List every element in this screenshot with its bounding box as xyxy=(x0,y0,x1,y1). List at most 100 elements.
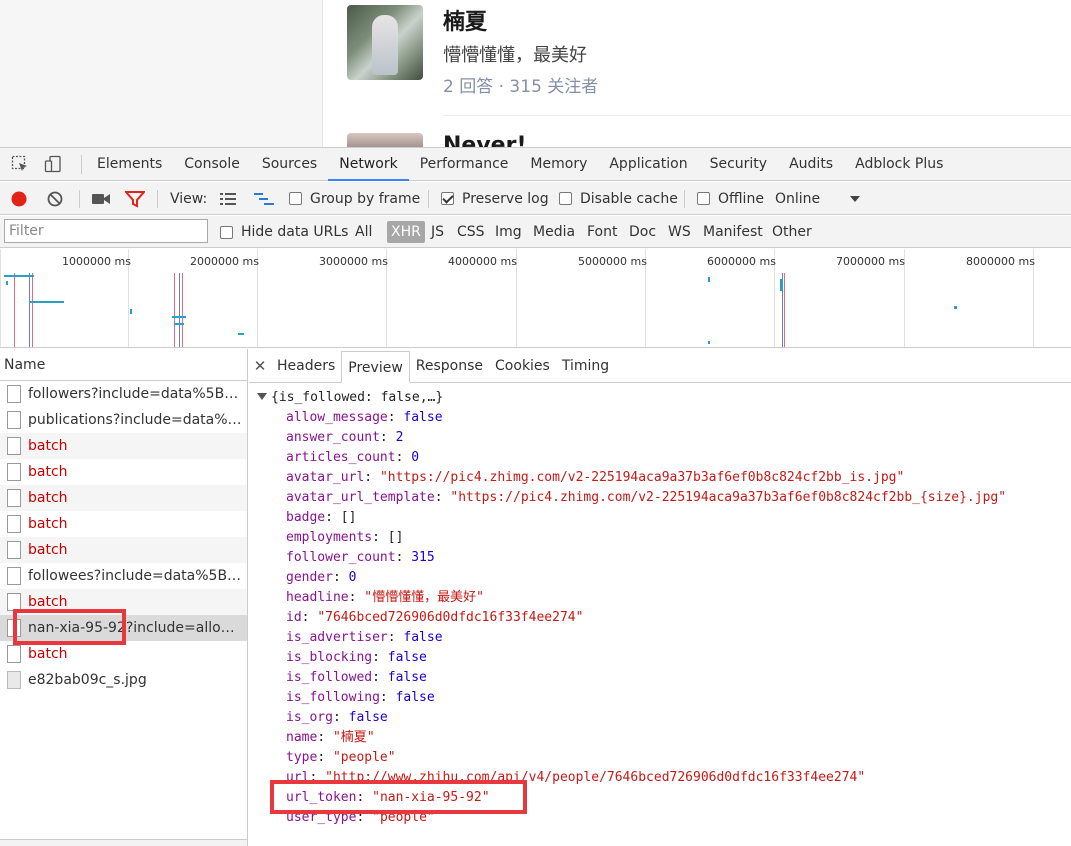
filter-type-doc[interactable]: Doc xyxy=(629,216,656,248)
throttling-select[interactable]: Online xyxy=(775,182,820,215)
request-row[interactable]: e82bab09c_s.jpg xyxy=(0,667,247,693)
tab-elements[interactable]: Elements xyxy=(86,148,173,181)
json-key: is_org xyxy=(286,710,333,725)
tab-network[interactable]: Network xyxy=(328,148,409,181)
json-key: is_following xyxy=(286,690,380,705)
dom-content-loaded-marker xyxy=(29,273,30,347)
tab-memory[interactable]: Memory xyxy=(519,148,598,181)
request-row[interactable]: batch xyxy=(0,511,247,537)
json-key: avatar_url xyxy=(286,470,365,485)
json-field-name: name: 楠夏 xyxy=(257,728,1071,748)
request-row[interactable]: batch xyxy=(0,641,247,667)
request-row[interactable]: batch xyxy=(0,459,247,485)
document-icon xyxy=(7,411,21,429)
json-key: is_followed xyxy=(286,670,373,685)
filter-input[interactable] xyxy=(4,219,208,243)
request-row[interactable]: followers?include=data%5B*%5D.answer_cou… xyxy=(0,381,247,407)
filter-type-js[interactable]: JS xyxy=(431,216,444,248)
json-value: false xyxy=(395,690,435,705)
tab-application[interactable]: Application xyxy=(598,148,698,181)
checkbox-icon xyxy=(220,225,233,239)
filter-type-img[interactable]: Img xyxy=(495,216,522,248)
profile-name[interactable]: 楠夏 xyxy=(443,4,487,36)
json-value: http://www.zhihu.com/api/v4/people/7646b… xyxy=(325,770,865,785)
profile-name[interactable]: Never! xyxy=(443,133,526,147)
request-row[interactable]: followees?include=data%5B*%5D xyxy=(0,563,247,589)
load-event-marker xyxy=(32,273,33,347)
offline-checkbox[interactable]: Offline xyxy=(697,182,764,215)
group-by-frame-label: Group by frame xyxy=(310,190,421,207)
clear-button[interactable] xyxy=(46,182,64,215)
json-value: people xyxy=(372,810,435,825)
request-row[interactable]: batch xyxy=(0,537,247,563)
throttling-value: Online xyxy=(775,190,821,207)
tab-headers[interactable]: Headers xyxy=(271,350,341,382)
request-row[interactable]: publications?include=data%5B*%5D xyxy=(0,407,247,433)
tab-sources[interactable]: Sources xyxy=(251,148,328,181)
filter-type-css[interactable]: CSS xyxy=(457,216,485,248)
tab-response[interactable]: Response xyxy=(410,350,489,382)
tab-console[interactable]: Console xyxy=(173,148,251,181)
filter-icon xyxy=(125,190,145,208)
tab-audits[interactable]: Audits xyxy=(778,148,844,181)
filter-type-other[interactable]: Other xyxy=(772,216,812,248)
avatar[interactable] xyxy=(347,133,423,147)
json-value: false xyxy=(403,410,443,425)
preserve-log-checkbox[interactable]: Preserve log xyxy=(441,182,549,215)
group-by-frame-checkbox[interactable]: Group by frame xyxy=(289,182,420,215)
video-camera-icon xyxy=(92,193,110,204)
tab-preview[interactable]: Preview xyxy=(341,351,410,383)
filter-type-ws[interactable]: WS xyxy=(668,216,691,248)
filter-type-media[interactable]: Media xyxy=(533,216,575,248)
request-bar xyxy=(238,333,244,335)
document-icon xyxy=(7,385,21,403)
divider xyxy=(157,190,158,208)
close-icon[interactable]: ✕ xyxy=(249,350,271,382)
json-value: [] xyxy=(387,530,404,545)
tab-adblock-plus[interactable]: Adblock Plus xyxy=(844,148,954,181)
tab-performance[interactable]: Performance xyxy=(409,148,520,181)
large-rows-button[interactable] xyxy=(219,182,237,215)
load-event-marker xyxy=(784,273,785,347)
waterfall-button[interactable] xyxy=(253,182,275,215)
avatar[interactable] xyxy=(347,5,423,80)
inspect-element-icon[interactable] xyxy=(11,155,29,173)
divider xyxy=(443,115,1071,116)
tab-timing[interactable]: Timing xyxy=(556,350,615,382)
timeline-tick-label: 3000000 ms xyxy=(319,255,388,268)
json-field-url: url: http://www.zhihu.com/api/v4/people/… xyxy=(257,768,1071,788)
network-overview-timeline[interactable]: 1000000 ms 2000000 ms 3000000 ms 4000000… xyxy=(0,249,1071,348)
load-event-marker xyxy=(182,273,183,347)
json-value: 7646bced726906d0dfdc16f33f4ee274 xyxy=(317,610,583,625)
json-value: false xyxy=(403,630,443,645)
request-row[interactable]: batch xyxy=(0,433,247,459)
json-value: false xyxy=(348,710,388,725)
json-key: is_blocking xyxy=(286,650,373,665)
waterfall-icon xyxy=(254,192,274,205)
name-column-header[interactable]: Name xyxy=(0,349,247,381)
throttling-dropdown-arrow[interactable] xyxy=(849,182,861,215)
filter-type-all[interactable]: All xyxy=(355,216,372,248)
request-row[interactable]: batch xyxy=(0,589,247,615)
divider xyxy=(684,190,685,208)
record-button[interactable] xyxy=(10,182,28,215)
request-bar xyxy=(954,306,957,309)
filter-type-xhr[interactable]: XHR xyxy=(387,221,425,243)
filter-type-manifest[interactable]: Manifest xyxy=(703,216,763,248)
hide-data-urls-checkbox[interactable]: Hide data URLs xyxy=(220,216,348,248)
request-name: batch xyxy=(28,490,68,506)
disable-cache-checkbox[interactable]: Disable cache xyxy=(559,182,678,215)
filter-toggle-button[interactable] xyxy=(125,182,145,215)
capture-screenshots-button[interactable] xyxy=(91,182,111,215)
devtools-tabs: Elements Console Sources Network Perform… xyxy=(86,148,954,181)
request-row[interactable]: batch xyxy=(0,485,247,511)
tab-security[interactable]: Security xyxy=(699,148,779,181)
device-toolbar-icon[interactable] xyxy=(44,155,62,173)
filter-type-font[interactable]: Font xyxy=(587,216,617,248)
request-row-selected[interactable]: nan-xia-95-92?include=allow_message xyxy=(0,615,247,641)
json-colon: : xyxy=(372,670,388,685)
json-value: 楠夏 xyxy=(333,730,375,745)
json-root-toggle[interactable]: {is_followed: false,…} xyxy=(257,388,1071,408)
chevron-down-icon xyxy=(850,195,860,202)
tab-cookies[interactable]: Cookies xyxy=(489,350,556,382)
